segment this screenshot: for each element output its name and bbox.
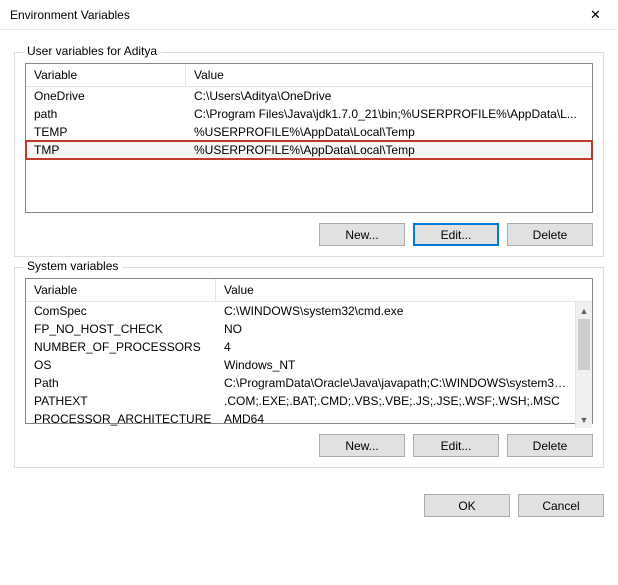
system-list-header: Variable Value [26,279,592,302]
user-variables-list[interactable]: Variable Value OneDrive C:\Users\Aditya\… [25,63,593,213]
cancel-button[interactable]: Cancel [518,494,604,517]
table-row[interactable]: PROCESSOR_ARCHITECTURE AMD64 [26,410,575,428]
table-row[interactable]: path C:\Program Files\Java\jdk1.7.0_21\b… [26,105,592,123]
table-row[interactable]: OS Windows_NT [26,356,575,374]
table-row[interactable]: FP_NO_HOST_CHECK NO [26,320,575,338]
cell-variable: PROCESSOR_ARCHITECTURE [26,410,216,428]
cell-value: C:\Users\Aditya\OneDrive [186,87,592,105]
scroll-thumb[interactable] [578,319,590,370]
ok-button[interactable]: OK [424,494,510,517]
cell-value: %USERPROFILE%\AppData\Local\Temp [186,141,592,159]
cell-value: 4 [216,338,575,356]
table-row[interactable]: ComSpec C:\WINDOWS\system32\cmd.exe [26,302,575,320]
cell-variable: FP_NO_HOST_CHECK [26,320,216,338]
cell-value: .COM;.EXE;.BAT;.CMD;.VBS;.VBE;.JS;.JSE;.… [216,392,575,410]
close-icon: ✕ [590,7,601,23]
close-button[interactable]: ✕ [573,0,618,30]
scroll-up-icon[interactable]: ▲ [576,302,592,319]
table-row-selected[interactable]: TMP %USERPROFILE%\AppData\Local\Temp [26,141,592,159]
cell-variable: ComSpec [26,302,216,320]
title-bar: Environment Variables ✕ [0,0,618,30]
table-row[interactable]: PATHEXT .COM;.EXE;.BAT;.CMD;.VBS;.VBE;.J… [26,392,575,410]
column-value[interactable]: Value [186,64,592,86]
user-list-header: Variable Value [26,64,592,87]
scrollbar[interactable]: ▲ ▼ [575,302,592,428]
cell-variable: path [26,105,186,123]
new-button[interactable]: New... [319,223,405,246]
table-row[interactable]: OneDrive C:\Users\Aditya\OneDrive [26,87,592,105]
table-row[interactable]: Path C:\ProgramData\Oracle\Java\javapath… [26,374,575,392]
cell-value: AMD64 [216,410,575,428]
column-value[interactable]: Value [216,279,592,301]
window-title: Environment Variables [10,8,573,22]
dialog-content: User variables for Aditya Variable Value… [0,30,618,486]
cell-value: NO [216,320,575,338]
column-variable[interactable]: Variable [26,279,216,301]
cell-variable: OS [26,356,216,374]
system-variables-list[interactable]: Variable Value ComSpec C:\WINDOWS\system… [25,278,593,424]
edit-button[interactable]: Edit... [413,223,499,246]
column-variable[interactable]: Variable [26,64,186,86]
cell-variable: NUMBER_OF_PROCESSORS [26,338,216,356]
cell-variable: TMP [26,141,186,159]
cell-variable: TEMP [26,123,186,141]
cell-value: Windows_NT [216,356,575,374]
table-row[interactable]: NUMBER_OF_PROCESSORS 4 [26,338,575,356]
cell-value: C:\WINDOWS\system32\cmd.exe [216,302,575,320]
cell-value: C:\Program Files\Java\jdk1.7.0_21\bin;%U… [186,105,592,123]
scroll-track[interactable] [576,319,592,411]
dialog-footer: OK Cancel [0,486,618,517]
cell-value: C:\ProgramData\Oracle\Java\javapath;C:\W… [216,374,575,392]
system-variables-group: System variables Variable Value ComSpec … [14,267,604,468]
cell-variable: PATHEXT [26,392,216,410]
cell-variable: OneDrive [26,87,186,105]
delete-button[interactable]: Delete [507,223,593,246]
system-group-label: System variables [23,259,122,273]
cell-variable: Path [26,374,216,392]
user-buttons: New... Edit... Delete [25,223,593,246]
user-group-label: User variables for Aditya [23,44,161,58]
table-row[interactable]: TEMP %USERPROFILE%\AppData\Local\Temp [26,123,592,141]
scroll-down-icon[interactable]: ▼ [576,411,592,428]
user-variables-group: User variables for Aditya Variable Value… [14,52,604,257]
cell-value: %USERPROFILE%\AppData\Local\Temp [186,123,592,141]
